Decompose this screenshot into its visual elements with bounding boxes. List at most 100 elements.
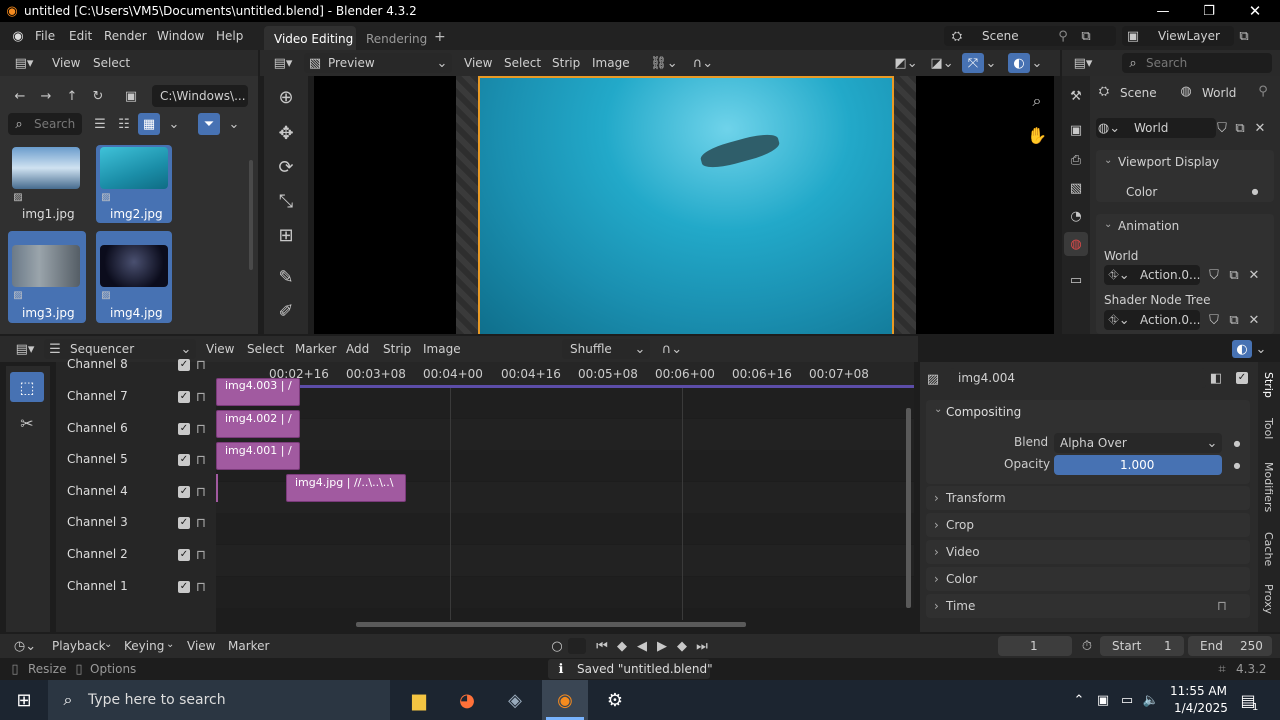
play-reverse-icon[interactable]: ◀ — [634, 637, 650, 655]
jump-start-icon[interactable]: ⏮ — [594, 637, 610, 655]
seq-menu-strip[interactable]: Strip — [383, 342, 411, 356]
jump-end-icon[interactable]: ⏭ — [694, 637, 710, 655]
unlink-icon[interactable]: ✕ — [1252, 120, 1268, 136]
seq-menu-marker[interactable]: Marker — [295, 342, 336, 356]
tab-video-editing[interactable]: Video Editing — [264, 26, 356, 50]
editor-type-icon[interactable]: ▤▾ — [10, 54, 38, 72]
fake-user-icon[interactable]: ⛉ — [1206, 267, 1222, 283]
new-folder-icon[interactable]: ▣ — [120, 86, 142, 106]
channel-name[interactable]: Channel 5 — [67, 452, 128, 466]
preview-mode-dropdown[interactable]: ▧ Preview ⌄ — [304, 53, 452, 73]
stopwatch-icon[interactable]: ⏱ — [1078, 637, 1096, 655]
tab-tool[interactable]: Tool — [1262, 418, 1275, 439]
clock-time[interactable]: 11:55 AM — [1170, 684, 1227, 698]
blend-dropdown[interactable]: Alpha Over ⌄ — [1054, 433, 1222, 453]
annotate-icon[interactable]: ✐ — [272, 298, 300, 324]
timeline-view-menu[interactable]: View — [187, 639, 215, 653]
channel-lock-icon[interactable]: ⊓ — [194, 547, 208, 563]
channel-lock-icon[interactable]: ⊓ — [194, 421, 208, 437]
add-workspace-button[interactable]: + — [434, 29, 446, 45]
render-tab-icon[interactable]: ▣ — [1066, 120, 1086, 140]
tab-cache[interactable]: Cache — [1262, 532, 1275, 566]
duplicate-icon[interactable]: ⧉ — [1226, 267, 1242, 283]
seq-menu-image[interactable]: Image — [423, 342, 461, 356]
channel-mute-checkbox[interactable]: ✓ — [178, 549, 190, 561]
restore-icon[interactable]: ❐ — [1198, 2, 1220, 20]
editor-type-icon[interactable]: ▤▾ — [268, 54, 298, 72]
firefox-icon[interactable]: ◕ — [452, 688, 482, 712]
channel-mute-checkbox[interactable]: ✓ — [178, 517, 190, 529]
forward-icon[interactable]: → — [36, 86, 56, 106]
snap-icon[interactable]: ∩⌄ — [654, 340, 690, 358]
keyframe-dot-icon[interactable]: ● — [1232, 436, 1242, 450]
chevron-down-icon[interactable]: ⌄ — [1104, 155, 1112, 166]
world-tab[interactable]: ◍ — [1064, 232, 1088, 256]
pin-icon[interactable]: ⚲ — [1256, 82, 1270, 100]
move-icon[interactable]: ✥ — [272, 120, 300, 146]
transform-icon[interactable]: ⊞ — [272, 222, 300, 248]
chevron-down-icon[interactable]: ⌄ — [1254, 340, 1268, 358]
menu-file[interactable]: File — [35, 29, 55, 43]
pin-icon[interactable]: ⚲ — [1056, 28, 1070, 44]
fb-search-input[interactable]: ⌕ Search — [8, 113, 82, 135]
preview-menu-strip[interactable]: Strip — [552, 56, 580, 70]
channel-mute-checkbox[interactable]: ✓ — [178, 486, 190, 498]
settings-gear-icon[interactable]: ⚙ — [600, 688, 630, 712]
menu-edit[interactable]: Edit — [69, 29, 92, 43]
auto-keying-icon[interactable]: ○ — [548, 637, 566, 655]
end-frame-field[interactable]: End 250 — [1188, 636, 1272, 656]
view-layer-tab-icon[interactable]: ▧ — [1066, 178, 1086, 198]
overlay-toggle[interactable]: ◐ — [1008, 53, 1030, 73]
channel-mute-checkbox[interactable]: ✓ — [178, 454, 190, 466]
scopes-icon[interactable]: ◪⌄ — [928, 54, 956, 72]
play-icon[interactable]: ▶ — [654, 637, 670, 655]
opacity-slider[interactable]: 1.000 — [1054, 455, 1222, 475]
blade-tool-icon[interactable]: ✂ — [10, 408, 44, 438]
editor-type-icon[interactable]: ▤▾ — [10, 340, 40, 358]
current-frame-field[interactable]: 1 — [998, 636, 1072, 656]
compositing-title[interactable]: Compositing — [946, 405, 1021, 419]
channel-mute-checkbox[interactable]: ✓ — [178, 359, 190, 371]
keying-set-field[interactable] — [568, 638, 586, 654]
close-icon[interactable]: ✕ — [1244, 2, 1266, 20]
channel-lock-icon[interactable]: ⊓ — [194, 389, 208, 405]
scale-icon[interactable]: ⤡ — [272, 188, 300, 214]
menu-help[interactable]: Help — [216, 29, 243, 43]
strip-color-icon[interactable]: ◧ — [1208, 370, 1224, 386]
preview-canvas[interactable]: ⌕ ✋ — [314, 76, 1054, 334]
channel-name[interactable]: Channel 7 — [67, 389, 128, 403]
list-vertical-icon[interactable]: ☰ — [90, 114, 110, 134]
crop-section[interactable]: › Crop — [926, 513, 1250, 537]
blender-taskbar-button[interactable]: ◉ — [542, 680, 588, 720]
pivot-icon[interactable]: ⛓⌄ — [650, 54, 678, 72]
channel-mute-checkbox[interactable]: ✓ — [178, 581, 190, 593]
seq-horizontal-scrollbar[interactable] — [356, 622, 746, 627]
tab-strip[interactable]: Strip — [1262, 372, 1275, 398]
channel-name[interactable]: Channel 3 — [67, 515, 128, 529]
output-tab-icon[interactable]: ⎙ — [1066, 150, 1086, 170]
strip-img4-001[interactable]: img4.001 | / — [216, 442, 300, 470]
select-tool-button[interactable]: ⬚ — [10, 372, 44, 402]
strip-img4-jpg[interactable]: img4.jpg | //..\..\..\ — [286, 474, 406, 502]
app-icon[interactable]: ◈ — [500, 688, 530, 712]
list-horizontal-icon[interactable]: ☷ — [114, 114, 134, 134]
report-banner[interactable]: ℹ Saved "untitled.blend" — [548, 659, 713, 679]
seq-overlay-toggle[interactable]: ◐ — [1232, 340, 1252, 358]
properties-search-input[interactable]: ⌕ Search — [1122, 53, 1272, 73]
duplicate-icon[interactable]: ⧉ — [1226, 312, 1242, 328]
lock-icon[interactable]: ⊓ — [1214, 598, 1230, 614]
refresh-icon[interactable]: ↻ — [88, 86, 108, 106]
file-item-img1[interactable]: ▨ img1.jpg — [8, 145, 86, 223]
channel-lock-icon[interactable]: ⊓ — [194, 484, 208, 500]
chevron-up-icon[interactable]: ⌃ — [1070, 690, 1088, 710]
pan-hand-icon[interactable]: ✋ — [1026, 124, 1048, 146]
chevron-down-icon[interactable]: ⌄ — [1104, 219, 1112, 230]
channel-mute-checkbox[interactable]: ✓ — [178, 391, 190, 403]
strip-img4-002[interactable]: img4.002 | / — [216, 410, 300, 438]
world-selector[interactable]: ◍⌄ World — [1096, 118, 1216, 138]
chevron-down-icon[interactable]: ⌄ — [1030, 54, 1044, 72]
channel-lock-icon[interactable]: ⊓ — [194, 579, 208, 595]
world-action-selector[interactable]: ⛗⌄ Action.0... — [1104, 265, 1200, 285]
prev-keyframe-icon[interactable]: ◆ — [614, 637, 630, 655]
channel-name[interactable]: Channel 2 — [67, 547, 128, 561]
